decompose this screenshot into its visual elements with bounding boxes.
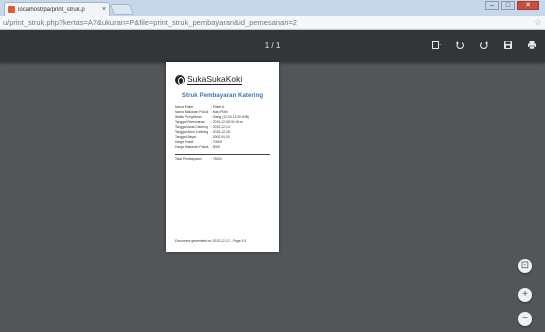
row-value: : 5000 bbox=[211, 145, 221, 149]
favicon-icon bbox=[8, 6, 15, 13]
logo: SukaSukaKoki bbox=[175, 74, 270, 85]
tab-title: localhost/pa/print_struk.p bbox=[18, 6, 85, 13]
rotate-ccw-icon[interactable] bbox=[455, 40, 465, 50]
save-icon[interactable] bbox=[503, 40, 513, 50]
document-title: Struk Pembayaran Katering bbox=[181, 92, 264, 99]
close-window-button[interactable]: ✕ bbox=[517, 1, 539, 10]
document-footer: Document generated on 2015-12-12 - Page … bbox=[175, 239, 247, 243]
zoom-in-button[interactable]: + bbox=[518, 288, 532, 302]
browser-tab[interactable]: localhost/pa/print_struk.p × bbox=[4, 2, 110, 16]
window-controls: – □ ✕ bbox=[485, 1, 539, 10]
total-row: Total Pembayaran : 75000 bbox=[175, 154, 270, 162]
new-tab-button[interactable] bbox=[109, 4, 135, 15]
bookmark-star-icon[interactable]: ☆ bbox=[534, 17, 542, 28]
pdf-page: SukaSukaKoki Struk Pembayaran Katering N… bbox=[166, 62, 279, 252]
rotate-cw-icon[interactable] bbox=[479, 40, 489, 50]
pdf-tools bbox=[431, 40, 537, 50]
total-value: : 75000 bbox=[211, 157, 222, 161]
row-label: Harga Makanan Pokok bbox=[175, 145, 209, 149]
receipt-row: Harga Makanan Pokok: 5000 bbox=[175, 145, 270, 150]
receipt-details: Nama Paket: Paket A Nama Makanan Pokok: … bbox=[175, 105, 270, 162]
bookmark-icon[interactable] bbox=[431, 40, 441, 50]
logo-text: SukaSukaKoki bbox=[187, 74, 243, 85]
maximize-button[interactable]: □ bbox=[501, 1, 515, 10]
fit-page-button[interactable]: ⊡ bbox=[518, 259, 532, 273]
browser-tab-strip: localhost/pa/print_struk.p × – □ ✕ bbox=[0, 0, 545, 16]
minimize-button[interactable]: – bbox=[485, 1, 499, 10]
zoom-out-button[interactable]: − bbox=[518, 312, 532, 326]
address-bar: u/print_struk.php?kertas=A7&ukuran=P&fil… bbox=[0, 16, 545, 30]
tab-close-icon[interactable]: × bbox=[102, 6, 106, 13]
total-label: Total Pembayaran bbox=[175, 157, 202, 161]
pdf-toolbar: 1 / 1 bbox=[0, 30, 545, 62]
logo-icon bbox=[175, 74, 185, 85]
url-field[interactable]: u/print_struk.php?kertas=A7&ukuran=P&fil… bbox=[3, 18, 530, 27]
print-icon[interactable] bbox=[527, 40, 537, 50]
